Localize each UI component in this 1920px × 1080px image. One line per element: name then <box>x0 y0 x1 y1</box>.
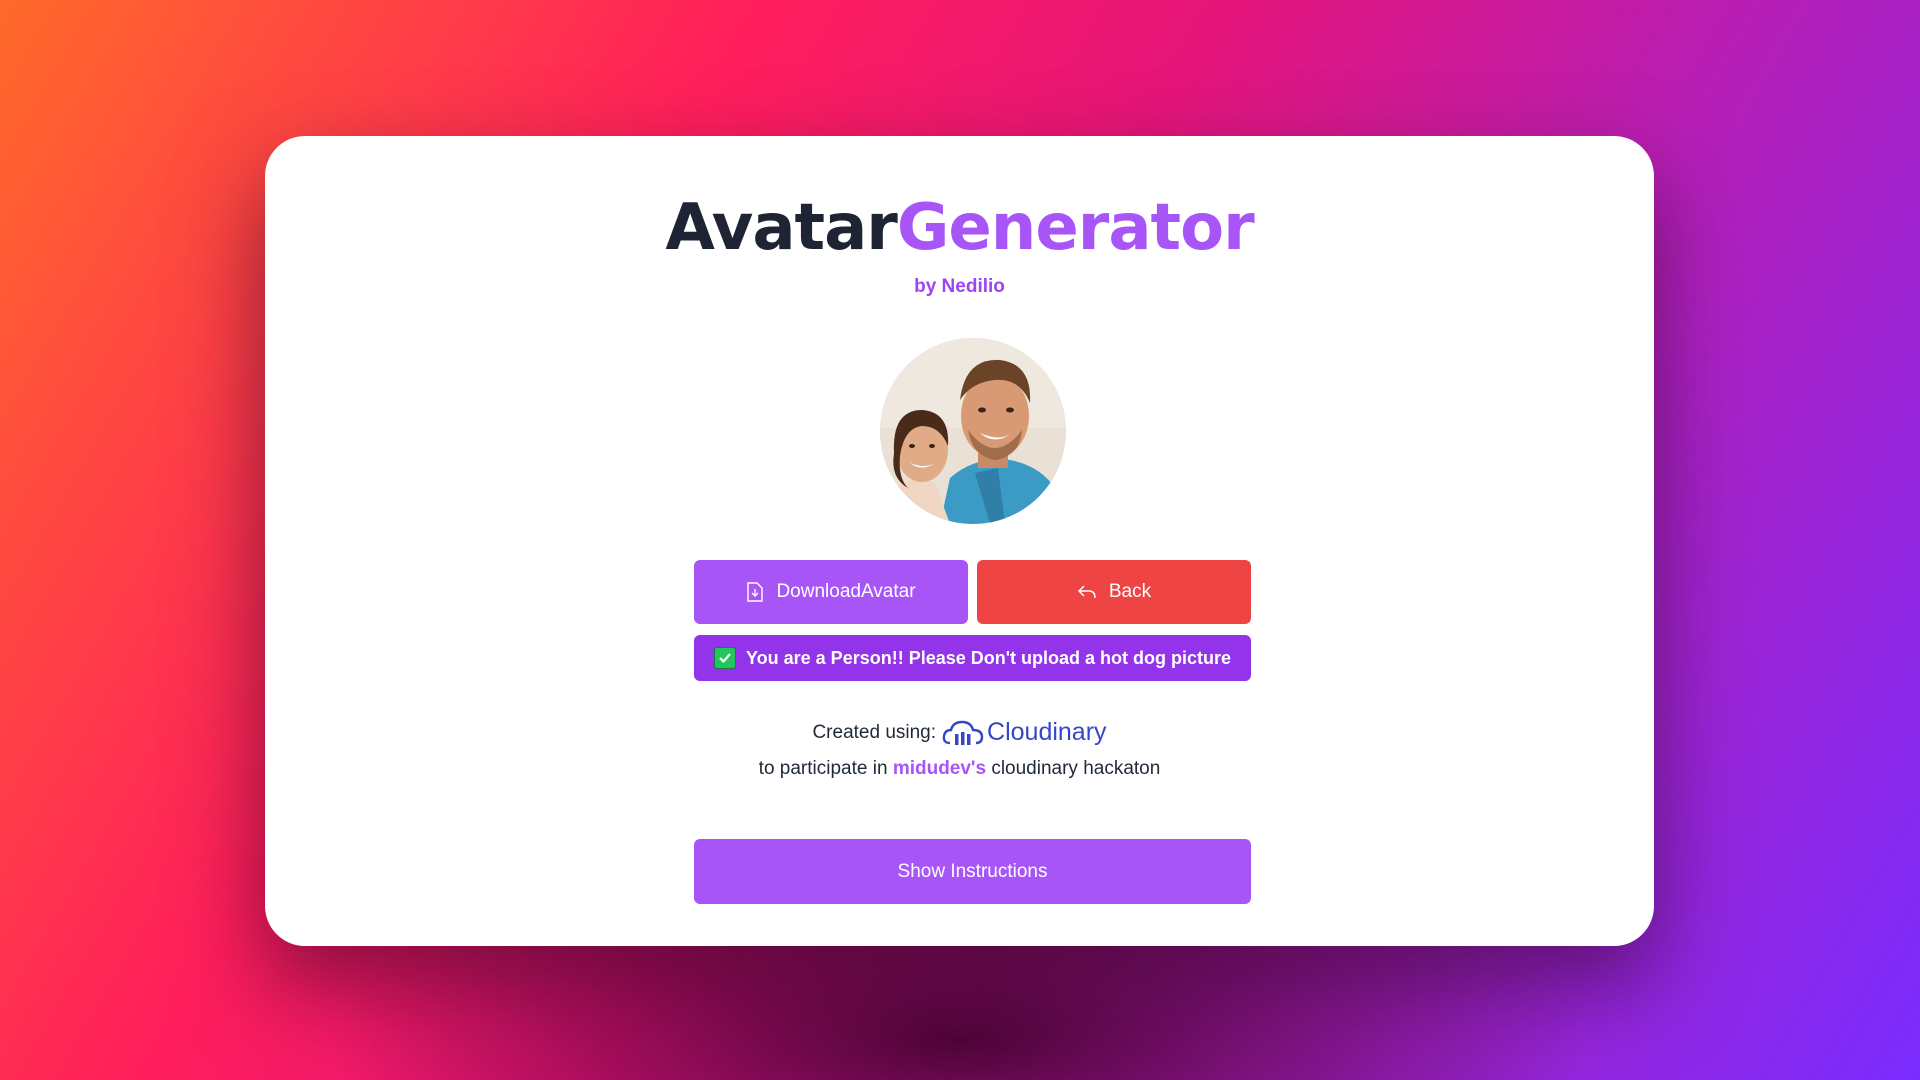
download-avatar-label: DownloadAvatar <box>776 581 916 602</box>
page-title: AvatarGenerator <box>265 190 1654 267</box>
avatar-generator-card: AvatarGenerator by Nedilio DownloadAvata… <box>265 136 1654 946</box>
back-label: Back <box>1108 581 1152 602</box>
back-button[interactable]: Back <box>977 560 1251 624</box>
title-avatar: Avatar <box>665 191 897 265</box>
download-file-icon <box>747 582 764 602</box>
person-detected-status: You are a Person!! Please Don't upload a… <box>694 635 1251 681</box>
participate-suffix: cloudinary hackaton <box>991 758 1161 779</box>
created-using-line: Created using: Cloudinary <box>265 718 1654 747</box>
avatar-image <box>880 338 1066 524</box>
participate-prefix: to participate in <box>758 758 888 779</box>
check-mark-icon <box>713 647 736 669</box>
hackathon-note: to participate in midudev's cloudinary h… <box>265 758 1654 780</box>
author-byline: by Nedilio <box>914 276 1005 297</box>
title-generator: Generator <box>896 191 1255 265</box>
avatar-photo <box>880 338 1066 524</box>
show-instructions-label: Show Instructions <box>897 860 1048 882</box>
cloudinary-cloud-icon <box>942 720 984 745</box>
show-instructions-button[interactable]: Show Instructions <box>694 839 1251 904</box>
cloudinary-brand-name: Cloudinary <box>987 718 1107 746</box>
status-message: You are a Person!! Please Don't upload a… <box>745 647 1231 668</box>
download-avatar-button[interactable]: DownloadAvatar <box>694 560 968 624</box>
created-using-label: Created using: <box>812 721 937 743</box>
cloudinary-logo: Cloudinary <box>942 718 1107 747</box>
reply-arrow-icon <box>1077 585 1096 599</box>
midudev-link[interactable]: midudev's <box>893 758 986 779</box>
